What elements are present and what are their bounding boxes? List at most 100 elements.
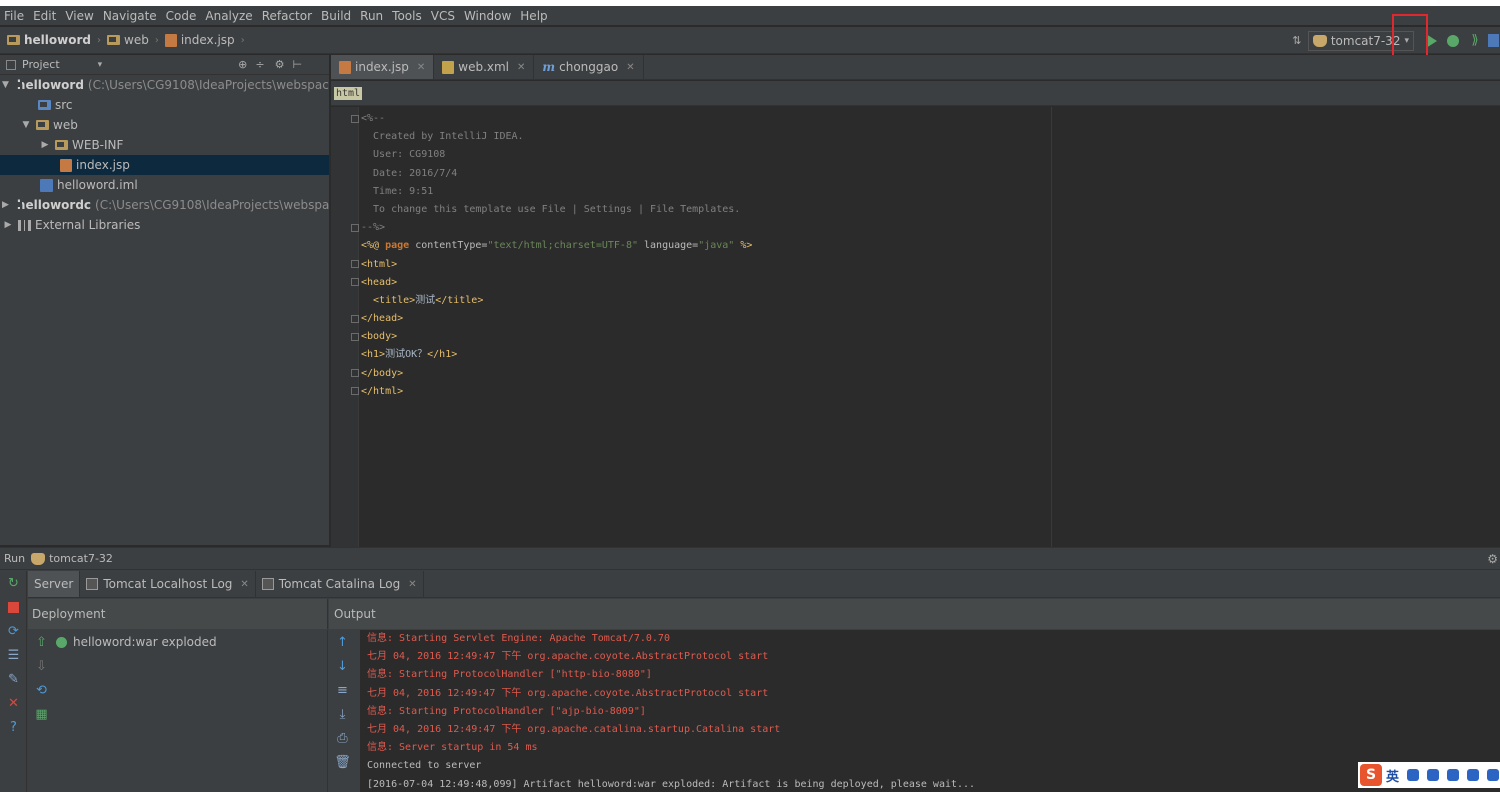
scroll-down-button[interactable]: ↓ xyxy=(329,654,356,678)
close-icon[interactable]: ✕ xyxy=(417,62,425,73)
tree-item-external-libraries[interactable]: ▶ External Libraries xyxy=(0,215,329,235)
fold-icon[interactable] xyxy=(351,369,359,377)
close-icon[interactable]: ✕ xyxy=(408,579,416,590)
menu-refactor[interactable]: Refactor xyxy=(262,9,312,23)
fold-icon[interactable] xyxy=(351,315,359,323)
collapse-all-icon[interactable]: ÷ xyxy=(255,58,264,71)
ime-logo-icon[interactable]: S xyxy=(1360,764,1382,786)
log-line: 信息: Starting ProtocolHandler ["ajp-bio-8… xyxy=(367,705,646,717)
jsp-file-icon xyxy=(339,60,351,74)
close-icon: ✕ xyxy=(8,695,19,711)
log-line: 信息: Server startup in 54 ms xyxy=(367,742,538,754)
nav-crumb-web[interactable]: web › xyxy=(107,33,159,47)
tab-chonggao[interactable]: m chonggao ✕ xyxy=(534,55,644,79)
menu-navigate[interactable]: Navigate xyxy=(103,9,157,23)
chevron-down-icon[interactable]: ▾ xyxy=(98,60,103,70)
log-line: 七月 04, 2016 12:49:47 下午 org.apache.coyot… xyxy=(367,687,769,699)
fold-icon[interactable] xyxy=(351,115,359,123)
pin-button[interactable]: ✎ xyxy=(0,667,27,691)
tree-item-helloword-iml[interactable]: helloword.iml xyxy=(0,175,329,195)
tab-tomcat-localhost-log[interactable]: Tomcat Localhost Log ✕ xyxy=(80,571,256,597)
scroll-to-end-button[interactable]: ⤓ xyxy=(329,702,356,726)
menu-file[interactable]: File xyxy=(4,9,24,23)
tomcat-icon xyxy=(31,552,46,565)
deployment-toolbar: ⇧ ⇩ ⟲ ▦ xyxy=(28,630,56,792)
editor-breadcrumb-bar: html xyxy=(331,81,1500,106)
collapse-arrow-icon[interactable]: ▶ xyxy=(2,200,9,210)
close-icon[interactable]: ✕ xyxy=(626,62,634,73)
tab-tomcat-catalina-log[interactable]: Tomcat Catalina Log ✕ xyxy=(256,571,424,597)
project-view-select[interactable]: Project xyxy=(22,58,60,71)
scroll-from-source-icon[interactable]: ⊕ xyxy=(238,58,247,71)
gear-icon[interactable]: ⚙ xyxy=(1487,552,1498,566)
tab-index-jsp[interactable]: index.jsp ✕ xyxy=(331,55,435,79)
menu-build[interactable]: Build xyxy=(321,9,351,23)
nav-crumb-project[interactable]: helloword › xyxy=(7,33,101,47)
log-line: 七月 04, 2016 12:49:47 下午 org.apache.coyot… xyxy=(367,651,769,663)
hide-panel-icon[interactable]: ⊢ xyxy=(292,58,302,71)
fold-icon[interactable] xyxy=(351,333,359,341)
expand-arrow-icon[interactable]: ▼ xyxy=(2,80,9,90)
grid-icon[interactable] xyxy=(1487,769,1500,781)
collapse-arrow-icon[interactable]: ▶ xyxy=(2,220,14,230)
fold-icon[interactable] xyxy=(351,260,359,268)
print-button[interactable]: ⎙ xyxy=(329,726,356,750)
project-panel: Project ▾ ⊕ ÷ ⚙ ⊢ ▼ helloword (C:\Users\… xyxy=(0,55,330,596)
stop-button[interactable] xyxy=(0,595,27,619)
tree-item-index-jsp[interactable]: index.jsp xyxy=(0,155,329,175)
deploy-button[interactable]: ⇧ xyxy=(28,630,55,654)
rerun-button[interactable]: ↻ xyxy=(0,571,27,595)
help-button[interactable]: ? xyxy=(0,715,27,739)
coverage-button[interactable]: ⟫ xyxy=(1464,30,1486,52)
breadcrumb-html[interactable]: html xyxy=(334,86,363,100)
keyboard-icon[interactable] xyxy=(1447,769,1460,781)
menu-bar: File Edit View Navigate Code Analyze Ref… xyxy=(0,6,1500,26)
tree-item-web[interactable]: ▼ web xyxy=(0,115,329,135)
close-icon[interactable]: ✕ xyxy=(517,62,525,73)
code-editor[interactable]: <%-- Created by IntelliJ IDEA. User: CG9… xyxy=(331,107,1500,547)
redeploy-button[interactable]: ⟲ xyxy=(28,678,55,702)
expand-arrow-icon[interactable]: ▼ xyxy=(20,120,32,130)
scroll-up-button[interactable]: ↑ xyxy=(329,630,356,654)
nav-crumb-file[interactable]: index.jsp › xyxy=(164,33,245,47)
tab-server[interactable]: Server xyxy=(28,571,81,597)
collapse-arrow-icon[interactable]: ▶ xyxy=(39,140,51,150)
soft-wrap-button[interactable]: ≡ xyxy=(329,678,356,702)
update-button[interactable]: ⟳ xyxy=(0,619,27,643)
menu-help[interactable]: Help xyxy=(520,9,547,23)
menu-window[interactable]: Window xyxy=(464,9,511,23)
close-icon[interactable]: ✕ xyxy=(240,579,248,590)
fold-icon[interactable] xyxy=(351,387,359,395)
tree-item-helloword[interactable]: ▼ helloword (C:\Users\CG9108\IdeaProject… xyxy=(0,75,329,95)
run-tab-bar: Server Tomcat Localhost Log ✕ Tomcat Cat… xyxy=(28,571,1500,598)
fold-icon[interactable] xyxy=(351,278,359,286)
debug-button[interactable] xyxy=(1442,30,1464,52)
tab-web-xml[interactable]: web.xml ✕ xyxy=(434,55,535,79)
menu-run[interactable]: Run xyxy=(360,9,383,23)
menu-view[interactable]: View xyxy=(65,9,93,23)
sort-icon[interactable]: ⇅ xyxy=(1286,30,1308,52)
menu-edit[interactable]: Edit xyxy=(33,9,56,23)
close-run-button[interactable]: ✕ xyxy=(0,691,27,715)
trash-icon: 🗑 xyxy=(334,754,351,770)
artifact-button[interactable]: ▦ xyxy=(28,702,55,726)
user-icon[interactable] xyxy=(1467,769,1480,781)
gear-icon[interactable]: ⚙ xyxy=(275,58,285,71)
menu-code[interactable]: Code xyxy=(166,9,197,23)
undeploy-button[interactable]: ⇩ xyxy=(28,654,55,678)
clear-all-button[interactable]: 🗑 xyxy=(329,750,356,774)
punctuation-icon[interactable] xyxy=(1427,769,1440,781)
layout-button[interactable]: ☰ xyxy=(0,643,27,667)
tree-item-web-inf[interactable]: ▶ WEB-INF xyxy=(0,135,329,155)
menu-analyze[interactable]: Analyze xyxy=(205,9,252,23)
project-structure-button[interactable] xyxy=(1486,30,1500,52)
ime-language-toggle[interactable]: 英 xyxy=(1386,766,1399,785)
fold-icon[interactable] xyxy=(351,224,359,232)
moon-icon[interactable] xyxy=(1407,769,1420,781)
tree-item-src[interactable]: src xyxy=(0,95,329,115)
list-item[interactable]: helloword:war exploded xyxy=(56,632,327,652)
tree-item-hellowordc[interactable]: ▶ hellowordc (C:\Users\CG9108\IdeaProjec… xyxy=(0,195,329,215)
menu-vcs[interactable]: VCS xyxy=(431,9,455,23)
menu-tools[interactable]: Tools xyxy=(392,9,422,23)
output-console[interactable]: 信息: Starting Servlet Engine: Apache Tomc… xyxy=(360,630,1500,792)
